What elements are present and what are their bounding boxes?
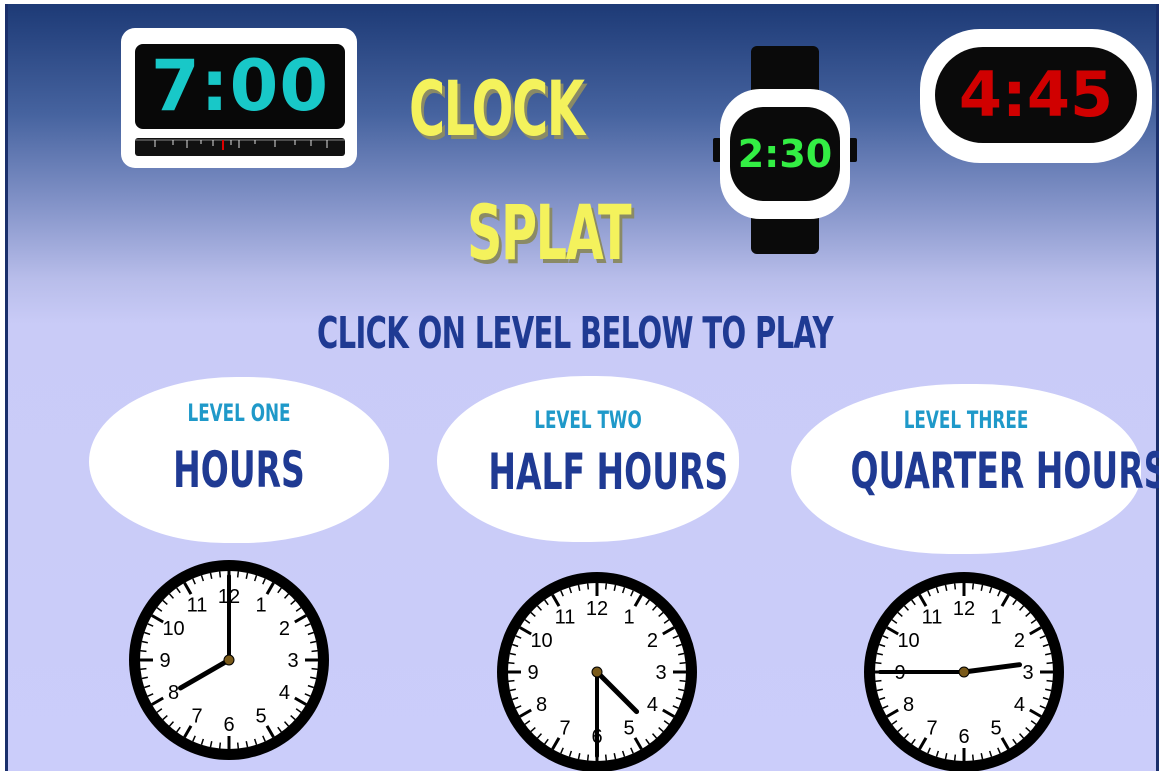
digital-oval-clock: 4:45	[920, 29, 1152, 163]
minute-tick	[140, 667, 147, 671]
clock-number: 5	[623, 717, 634, 739]
clock-number: 10	[530, 630, 552, 652]
clock-number: 6	[223, 714, 234, 736]
minute-tick	[679, 661, 686, 665]
minute-tick	[218, 571, 222, 578]
minute-tick	[1046, 661, 1053, 665]
level-one-button[interactable]: LEVEL ONE HOURS	[89, 377, 389, 543]
clock-number: 9	[527, 662, 538, 684]
clock-number: 7	[559, 717, 570, 739]
clock-number: 2	[1014, 630, 1025, 652]
minute-tick	[236, 742, 240, 749]
minute-tick	[953, 754, 957, 761]
minute-tick	[953, 583, 957, 590]
minute-tick	[875, 661, 882, 665]
minute-tick	[971, 754, 975, 761]
minute-tick	[1046, 679, 1053, 683]
clock-number: 11	[187, 595, 208, 617]
left-edge	[5, 4, 8, 771]
right-edge	[1156, 4, 1159, 771]
watch-display: 2:30	[730, 107, 840, 201]
level-two-label: LEVEL TWO	[534, 406, 642, 434]
title-clock: CLOCK	[409, 64, 585, 153]
title-splat: SPLAT	[467, 188, 632, 277]
clock-number: 4	[647, 694, 658, 716]
clock-number: 10	[162, 618, 184, 640]
minute-tick	[875, 679, 882, 683]
clock-number: 3	[1022, 662, 1033, 684]
clock-number: 12	[586, 598, 608, 620]
clock-number: 8	[536, 694, 547, 716]
minute-tick	[236, 571, 240, 578]
minute-tick	[140, 649, 147, 653]
minute-tick	[508, 679, 515, 683]
clock-number: 10	[897, 630, 919, 652]
clock-number: 11	[555, 607, 576, 629]
minute-tick	[604, 754, 608, 761]
clock-number: 1	[990, 607, 1001, 629]
level-one-name: HOURS	[173, 441, 305, 499]
digital-alarm-clock: 7:00	[121, 28, 357, 168]
minute-tick	[586, 754, 590, 761]
game-stage: 7:00 CLOCK SPLAT 2:30 4:45 CLICK ON LEVE…	[5, 4, 1159, 771]
analog-clock-level-three[interactable]: 121234567891011	[858, 566, 1070, 771]
clock-number: 7	[926, 717, 937, 739]
clock-number: 8	[903, 694, 914, 716]
clock-number: 4	[1014, 694, 1025, 716]
level-three-button[interactable]: LEVEL THREE QUARTER HOURS	[791, 384, 1160, 554]
level-three-name: QUARTER HOURS	[850, 442, 1160, 500]
clock-number: 3	[655, 662, 666, 684]
clock-number: 5	[990, 717, 1001, 739]
clock-number: 3	[287, 650, 298, 672]
clock-number: 12	[953, 598, 975, 620]
level-two-button[interactable]: LEVEL TWO HALF HOURS	[437, 376, 739, 542]
minute-tick	[971, 583, 975, 590]
clock-number: 2	[279, 618, 290, 640]
level-three-label: LEVEL THREE	[903, 406, 1029, 434]
level-one-label: LEVEL ONE	[187, 399, 291, 427]
analog-clock-level-two[interactable]: 121234567891011	[491, 566, 703, 771]
watch-pin-right	[849, 138, 857, 162]
clock-number: 5	[255, 705, 266, 727]
analog-clock-level-one[interactable]: 121234567891011	[123, 554, 335, 766]
level-two-name: HALF HOURS	[488, 443, 729, 501]
clock-number: 4	[279, 682, 290, 704]
clock-number: 6	[958, 726, 969, 748]
clock-number: 8	[168, 682, 179, 704]
minute-tick	[586, 583, 590, 590]
clock-number: 11	[922, 607, 943, 629]
clock-number: 7	[191, 705, 202, 727]
alarm-clock-dial-strip	[135, 138, 345, 156]
clock-number: 1	[623, 607, 634, 629]
minute-tick	[311, 667, 318, 671]
minute-tick	[311, 649, 318, 653]
tick-marks-icon	[135, 139, 345, 150]
clock-center-pin	[958, 666, 970, 678]
clock-number: 1	[255, 595, 266, 617]
minute-tick	[679, 679, 686, 683]
oval-clock-display: 4:45	[935, 47, 1137, 143]
minute-tick	[508, 661, 515, 665]
minute-tick	[218, 742, 222, 749]
clock-number: 2	[647, 630, 658, 652]
clock-center-pin	[223, 654, 235, 666]
minute-tick	[604, 583, 608, 590]
play-instruction: CLICK ON LEVEL BELOW TO PLAY	[317, 308, 833, 359]
digital-watch: 2:30	[720, 89, 850, 219]
alarm-clock-display: 7:00	[135, 44, 345, 129]
clock-number: 9	[159, 650, 170, 672]
clock-center-pin	[591, 666, 603, 678]
